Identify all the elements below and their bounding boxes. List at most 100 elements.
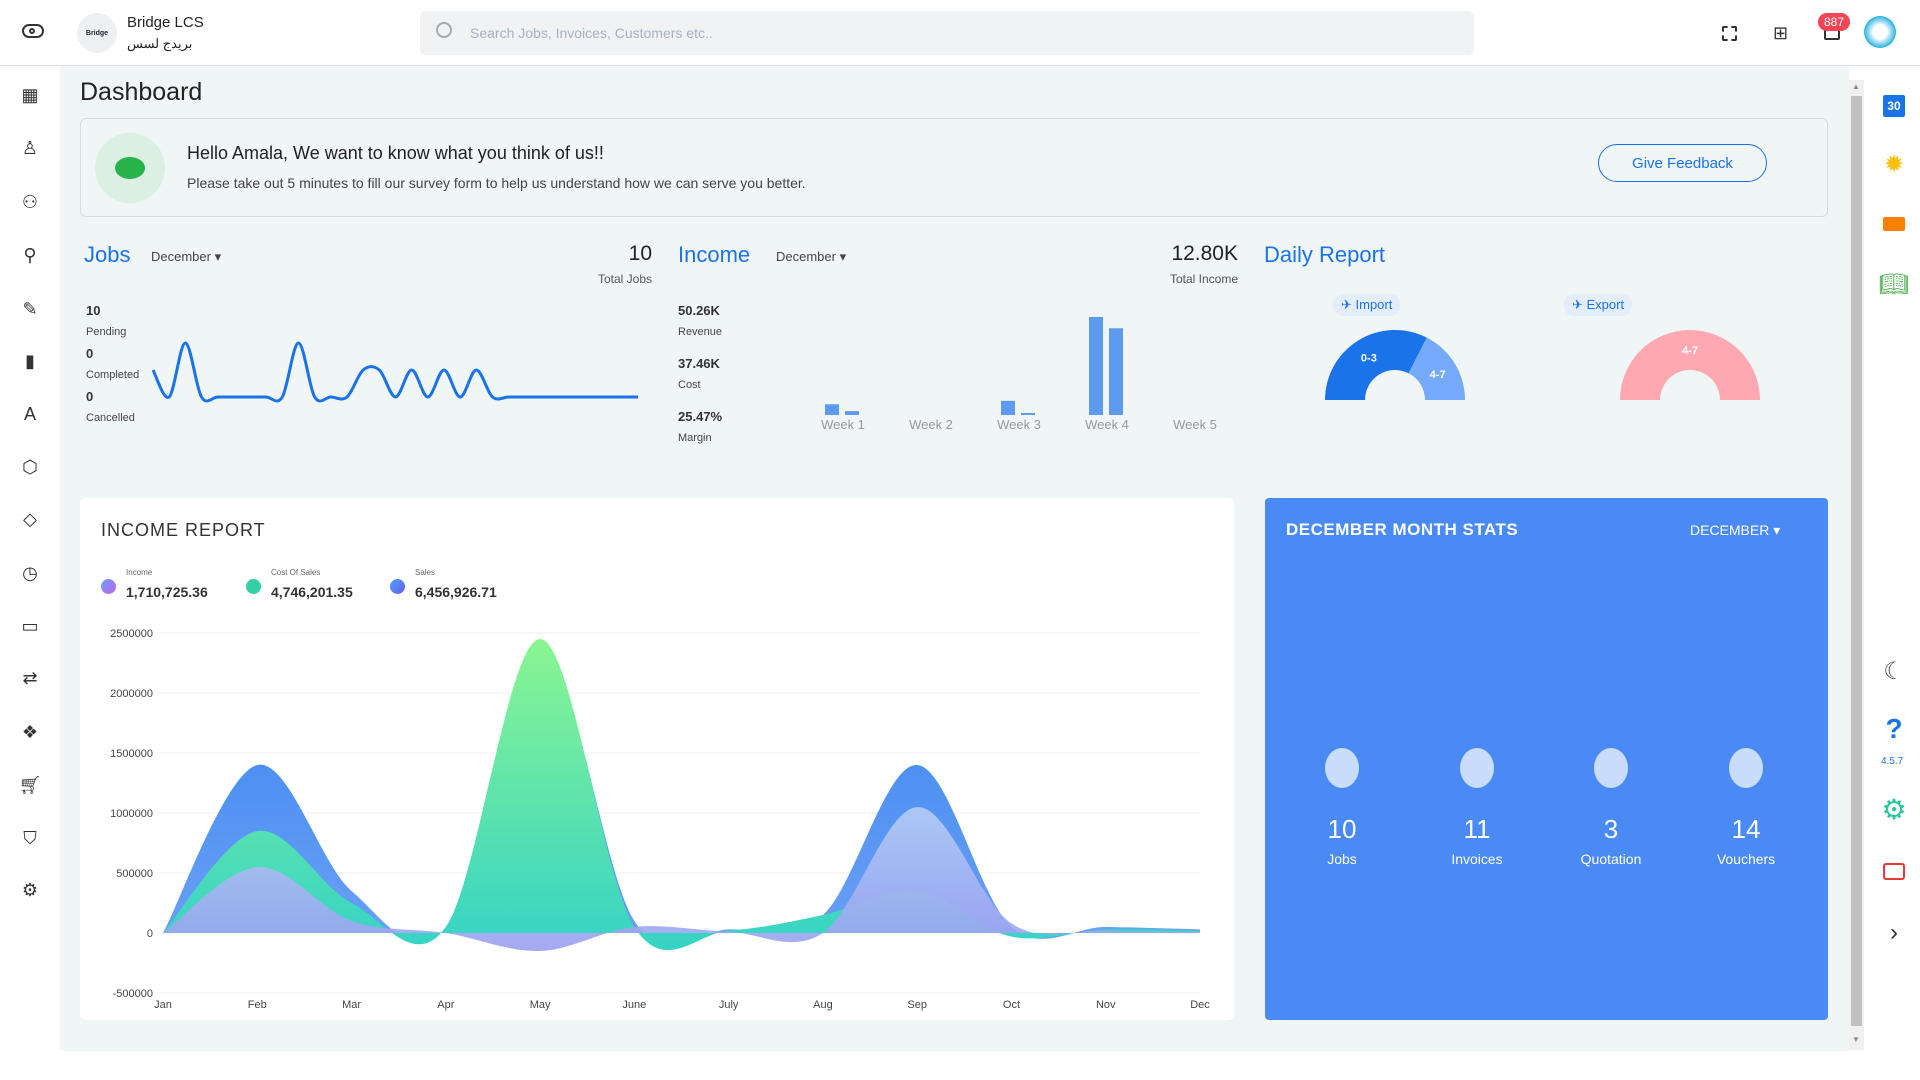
stat-circle — [1325, 748, 1359, 788]
plane-departure-icon: ✈︎ — [1572, 297, 1587, 312]
x-tick-label: Sep — [907, 999, 927, 1011]
cost-bar — [1021, 413, 1035, 415]
x-tick-label: Apr — [437, 999, 454, 1011]
repeat-icon[interactable]: ⇄ — [18, 666, 42, 690]
y-tick-label: 0 — [147, 928, 153, 940]
scrollbar[interactable]: ▲ ▼ — [1849, 80, 1864, 1050]
x-tick-label: Mar — [342, 999, 361, 1011]
cost-bar — [845, 411, 859, 415]
sticky-note-icon[interactable]: ✹ — [1878, 148, 1910, 180]
legend-sales-label: Sales — [415, 568, 436, 577]
jobs-total: 10 — [628, 242, 652, 265]
week-label: Week 4 — [1085, 417, 1129, 432]
jobs-sparkline — [151, 341, 638, 403]
user-avatar[interactable] — [1864, 16, 1896, 48]
week-label: Week 5 — [1173, 417, 1217, 432]
users-icon[interactable]: ⚇ — [18, 190, 42, 214]
apps-grid-icon[interactable]: ⊞ — [1773, 24, 1788, 42]
x-tick-label: Oct — [1003, 999, 1020, 1011]
import-label: Import — [1355, 297, 1393, 312]
tag-icon[interactable]: ◇ — [18, 507, 42, 531]
cost-label: Cost — [678, 379, 701, 391]
help-icon[interactable]: ? — [1878, 713, 1910, 745]
folder-icon[interactable] — [1878, 208, 1910, 240]
y-tick-label: -500000 — [113, 988, 153, 1000]
daily-report-gauges: 0-3 4-7 4-7 — [1325, 330, 1760, 400]
jobs-month-dropdown[interactable]: December ▾ — [151, 249, 221, 265]
x-tick-label: July — [719, 999, 739, 1011]
dashboard-icon[interactable]: ▦ — [18, 83, 42, 107]
cost-value: 37.46K — [678, 356, 720, 371]
income-report-title: INCOME REPORT — [101, 520, 266, 540]
search-bar[interactable]: Search Jobs, Invoices, Customers etc.. — [420, 11, 1474, 55]
cart-icon[interactable]: 🛒︎ — [18, 773, 42, 797]
completed-value: 0 — [86, 346, 94, 361]
clock-icon[interactable]: ◷ — [18, 561, 42, 585]
jobs-total-label: Total Jobs — [597, 272, 652, 286]
network-icon[interactable]: ❖ — [18, 720, 42, 744]
toggle-view-icon[interactable] — [22, 24, 44, 38]
bar-chart-icon[interactable]: ▮ — [18, 349, 42, 373]
cost-bar — [1109, 328, 1123, 415]
margin-label: Margin — [678, 432, 712, 444]
book-icon[interactable]: 📖︎ — [1878, 268, 1910, 300]
calendar-icon[interactable]: 30 — [1878, 90, 1910, 122]
income-month-dropdown[interactable]: December ▾ — [776, 249, 846, 265]
x-tick-label: June — [622, 999, 646, 1011]
gauge-label: 4-7 — [1430, 369, 1446, 381]
income-stats: 50.26K Revenue 37.46K Cost 25.47% Margin — [678, 303, 722, 444]
search-icon — [436, 22, 452, 38]
gear-icon[interactable]: ⚙ — [18, 878, 42, 902]
stat-label: Quotation — [1580, 851, 1642, 867]
font-a-icon[interactable]: A — [18, 402, 42, 426]
company-logo: Bridge — [77, 13, 117, 53]
gauge-segment — [1325, 330, 1427, 400]
stat-label: Jobs — [1327, 851, 1357, 867]
import-badge: ✈︎ Import — [1333, 294, 1401, 316]
stat-value: 10 — [1327, 814, 1357, 844]
stat-value: 3 — [1603, 814, 1619, 844]
sidebar: ▦ ♙ ⚇ ⚲ ✎ ▮ A ⬡ ◇ ◷ ▭ ⇄ ❖ 🛒︎ ⛉ ⚙ — [0, 66, 60, 1080]
month-stats-month: DECEMBER — [1690, 522, 1770, 538]
company-name-arabic: بريدج لسس — [127, 36, 193, 51]
x-tick-label: Nov — [1096, 999, 1116, 1011]
x-tick-label: Jan — [154, 999, 172, 1011]
fullscreen-icon[interactable] — [1722, 26, 1737, 41]
dark-mode-moon-icon[interactable]: ☾ — [1878, 655, 1910, 687]
jobs-month: December — [151, 249, 211, 264]
income-report-chart: 2500000 2000000 1500000 1000000 500000 0 -5000… — [110, 628, 1210, 1011]
search-input[interactable]: Search Jobs, Invoices, Customers etc.. — [470, 25, 713, 41]
chat-icon[interactable] — [1878, 855, 1910, 887]
income-total: 12.80K — [1171, 242, 1238, 265]
gauge-label: 4-7 — [1682, 345, 1698, 357]
month-stats-title: DECEMBER MONTH STATS — [1286, 520, 1519, 539]
expand-chevron-icon[interactable]: › — [1878, 917, 1910, 949]
legend-income-label: Income — [126, 568, 153, 577]
scrollbar-thumb[interactable] — [1851, 96, 1862, 1026]
settings-gear-icon[interactable]: ⚙ — [1878, 793, 1910, 825]
revenue-label: Revenue — [678, 326, 723, 338]
stat-label: Vouchers — [1716, 851, 1776, 867]
feedback-title: Hello Amala, We want to know what you th… — [187, 143, 604, 163]
give-feedback-button[interactable]: Give Feedback — [1598, 144, 1767, 182]
scroll-up-arrow[interactable]: ▲ — [1852, 82, 1860, 91]
edit-icon[interactable]: ✎ — [18, 297, 42, 321]
notification-badge: 887 — [1818, 13, 1851, 31]
box-icon[interactable]: ⬡ — [18, 455, 42, 479]
legend-cost-dot — [246, 579, 261, 594]
credit-card-icon[interactable]: ▭ — [18, 614, 42, 638]
add-user-icon[interactable]: ⚲ — [18, 243, 42, 267]
legend-income-total: 1,710,725.36 — [126, 584, 208, 600]
plane-landing-icon: ✈︎ — [1341, 297, 1356, 312]
company-name: Bridge LCS — [127, 14, 204, 31]
stat-item: 10 Jobs — [1282, 748, 1402, 867]
legend-sales-total: 6,456,926.71 — [415, 584, 497, 600]
revenue-value: 50.26K — [678, 303, 720, 318]
user-icon[interactable]: ♙ — [18, 136, 42, 160]
shield-icon[interactable]: ⛉ — [18, 826, 42, 850]
legend: Income 1,710,725.36 Cost Of Sales 4,746,… — [101, 568, 701, 608]
stat-circle — [1460, 748, 1494, 788]
legend-sales-dot — [390, 579, 405, 594]
scroll-down-arrow[interactable]: ▼ — [1852, 1035, 1860, 1044]
month-stats-dropdown[interactable]: DECEMBER ▾ — [1690, 522, 1780, 539]
